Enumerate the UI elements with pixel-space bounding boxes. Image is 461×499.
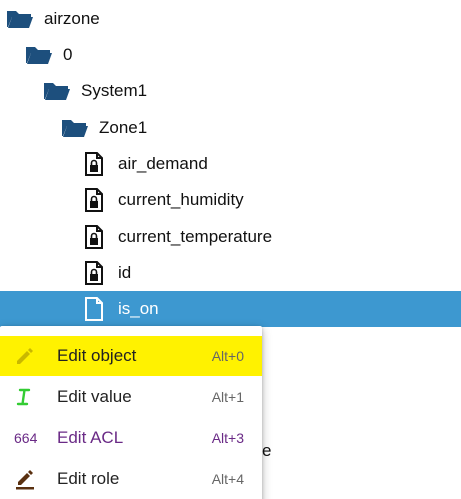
menu-item-label: Edit object xyxy=(57,346,137,365)
tree-label: is_on xyxy=(118,299,159,318)
tree-label: System1 xyxy=(81,81,148,100)
menu-item-edit-acl[interactable]: 664 Edit ACL Alt+3 xyxy=(0,418,262,458)
menu-item-label: Edit role xyxy=(57,469,120,488)
tree-row-is-on[interactable]: is_on xyxy=(0,291,461,327)
menu-item-edit-object[interactable]: Edit object Alt+0 xyxy=(0,336,262,376)
tree-row-current-temperature[interactable]: current_temperature xyxy=(0,219,461,255)
acl-icon: 664 xyxy=(14,430,38,446)
folder-open-icon xyxy=(43,78,71,104)
locked-file-icon xyxy=(80,224,108,250)
tree-row-0[interactable]: 0 xyxy=(0,37,461,73)
menu-item-shortcut: Alt+1 xyxy=(211,389,244,405)
edit-role-icon xyxy=(14,467,44,491)
menu-item-shortcut: Alt+4 xyxy=(211,471,244,487)
folder-open-icon xyxy=(25,42,53,68)
locked-file-icon xyxy=(80,187,108,213)
menu-item-shortcut: Alt+0 xyxy=(211,348,244,364)
tree-label: airzone xyxy=(44,9,100,28)
menu-item-label: Edit ACL xyxy=(57,428,124,447)
folder-open-icon xyxy=(6,6,34,32)
context-menu: Edit object Alt+0 Edit value Alt+1 664 E… xyxy=(0,326,262,499)
text-cursor-icon xyxy=(14,385,44,409)
pencil-icon xyxy=(14,344,44,368)
object-browser: airzone 0 System1 Zone1 air_demand curre… xyxy=(0,0,461,499)
locked-file-icon xyxy=(80,260,108,286)
tree-row-zone1[interactable]: Zone1 xyxy=(0,110,461,146)
tree-label: 0 xyxy=(63,45,73,64)
menu-item-label: Edit value xyxy=(57,387,132,406)
menu-item-edit-role[interactable]: Edit role Alt+4 xyxy=(0,459,262,499)
tree-label: air_demand xyxy=(118,154,208,173)
tree-row-id[interactable]: id xyxy=(0,255,461,291)
tree-label: Zone1 xyxy=(99,118,148,137)
tree-row-system1[interactable]: System1 xyxy=(0,73,461,109)
menu-item-edit-value[interactable]: Edit value Alt+1 xyxy=(0,377,262,417)
tree-row-air-demand[interactable]: air_demand xyxy=(0,146,461,182)
menu-item-shortcut: Alt+3 xyxy=(211,430,244,446)
tree-label: current_temperature xyxy=(118,227,273,246)
tree-label: current_humidity xyxy=(118,190,244,209)
file-icon xyxy=(80,296,108,322)
locked-file-icon xyxy=(80,151,108,177)
tree-row-current-humidity[interactable]: current_humidity xyxy=(0,182,461,218)
tree-label: id xyxy=(118,263,132,282)
tree-row-airzone[interactable]: airzone xyxy=(0,1,461,37)
folder-open-icon xyxy=(61,115,89,141)
partial-row-text: e xyxy=(262,441,272,460)
